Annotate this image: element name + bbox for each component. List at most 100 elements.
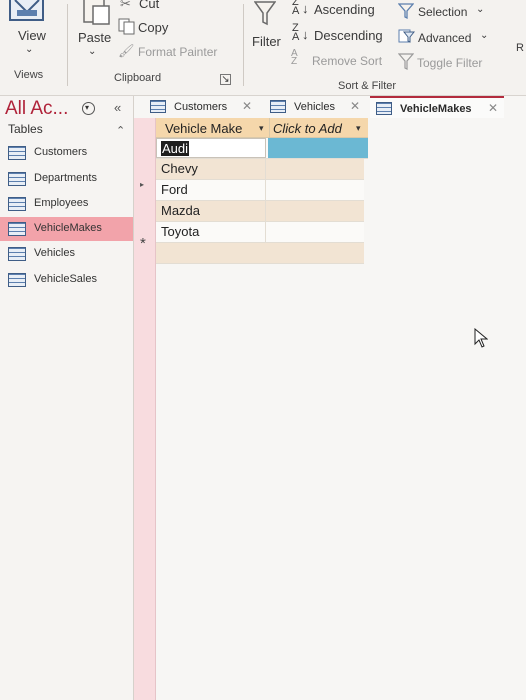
tab-vehiclemakes[interactable]: VehicleMakes ✕ <box>370 96 504 118</box>
chevron-down-icon: ▾ <box>85 103 90 112</box>
ascending-label: Ascending <box>314 2 375 17</box>
dropdown-arrow-icon[interactable]: ▾ <box>356 123 361 134</box>
nav-item-employees[interactable]: Employees <box>0 192 133 216</box>
table-row[interactable]: Chevy <box>156 159 364 180</box>
sort-ascending-icon: ZA <box>292 0 300 17</box>
table-icon <box>8 172 26 186</box>
nav-pane-title[interactable]: All Ac... <box>5 98 68 120</box>
table-icon <box>8 222 26 236</box>
tab-vehicles[interactable]: Vehicles ✕ <box>266 96 366 118</box>
clipboard-group-label: Clipboard <box>114 72 162 84</box>
cell-value: Mazda <box>161 203 201 218</box>
cell-value: Audi <box>161 141 190 156</box>
view-icon <box>9 0 44 21</box>
chevron-down-icon: ⌄ <box>480 30 489 41</box>
new-record-row[interactable] <box>156 243 364 264</box>
nav-item-vehiclemakes[interactable]: VehicleMakes <box>0 217 133 241</box>
table-icon <box>270 100 286 113</box>
sort-descending-icon: ZA <box>292 22 300 43</box>
table-icon <box>8 146 26 160</box>
table-icon <box>8 273 26 287</box>
scissors-icon: ✂ <box>120 0 131 11</box>
cut-label: Cut <box>139 0 160 11</box>
table-row[interactable]: Ford <box>156 180 364 201</box>
table-row[interactable]: Mazda <box>156 201 364 222</box>
tab-label: Customers <box>174 101 228 113</box>
paste-icon <box>83 0 110 25</box>
cell-value: Toyota <box>161 224 200 239</box>
navigation-pane: All Ac... ▾ « Tables ⌃ Customers Departm… <box>0 96 134 700</box>
column-header-click-to-add[interactable]: Click to Add ▾ <box>270 118 368 138</box>
collapse-pane-button[interactable]: « <box>114 100 121 115</box>
advanced-label: Advanced <box>418 31 472 45</box>
column-header-vehicle-make[interactable]: Vehicle Make ▾ <box>156 118 270 138</box>
divider <box>67 4 68 86</box>
column-header-label: Vehicle Make <box>165 121 243 136</box>
descending-label: Descending <box>314 28 383 43</box>
copy-label: Copy <box>138 20 169 35</box>
nav-item-label: Employees <box>34 197 89 209</box>
chevron-down-icon: ⌄ <box>88 46 97 57</box>
views-group-label: Views <box>14 69 44 81</box>
close-icon[interactable]: ✕ <box>488 101 498 115</box>
nav-item-label: VehicleMakes <box>34 222 102 234</box>
mouse-cursor-icon <box>474 328 488 348</box>
paintbrush-icon: 🖌 <box>118 43 135 58</box>
remove-sort-icon: AZ <box>291 48 298 67</box>
toggle-filter-label: Toggle Filter <box>417 56 483 70</box>
close-icon[interactable]: ✕ <box>350 99 360 113</box>
cell-vehicle-make[interactable]: Toyota <box>156 222 266 242</box>
dropdown-arrow-icon[interactable]: ▾ <box>259 123 264 134</box>
chevron-down-icon: ⌄ <box>476 4 485 15</box>
table-icon <box>376 102 392 115</box>
funnel-icon <box>254 1 276 26</box>
table-row[interactable]: Toyota <box>156 222 364 243</box>
nav-item-departments[interactable]: Departments <box>0 167 133 191</box>
cell-vehicle-make[interactable]: Ford <box>156 180 266 200</box>
cell-vehicle-make[interactable]: Mazda <box>156 201 266 221</box>
selection-filter-icon <box>398 3 414 20</box>
table-icon <box>150 100 166 113</box>
record-selector-column[interactable] <box>134 118 156 700</box>
copy-icon <box>118 18 135 35</box>
divider <box>243 4 244 86</box>
chevron-down-icon: ⌄ <box>25 44 34 55</box>
chevron-up-icon[interactable]: ⌃ <box>116 124 125 137</box>
cell-value: Ford <box>161 182 188 197</box>
document-area: Customers ✕ Vehicles ✕ VehicleMakes ✕ Ve… <box>134 96 526 700</box>
cell-click-to-add[interactable] <box>268 138 368 158</box>
view-label: View <box>18 28 46 43</box>
next-group-partial-label: R <box>516 42 524 54</box>
cell-vehicle-make[interactable]: Chevy <box>156 159 266 179</box>
funnel-icon <box>398 53 414 70</box>
cell-value: Chevy <box>161 161 198 176</box>
close-icon[interactable]: ✕ <box>242 99 252 113</box>
format-painter-label: Format Painter <box>138 45 218 59</box>
cell-vehicle-make[interactable]: Audi <box>156 138 266 158</box>
nav-item-vehiclesales[interactable]: VehicleSales <box>0 268 133 292</box>
nav-item-customers[interactable]: Customers <box>0 141 133 165</box>
tab-label: VehicleMakes <box>400 103 472 115</box>
nav-item-label: VehicleSales <box>34 273 97 285</box>
arrow-down-icon: ↓ <box>302 1 309 16</box>
table-icon <box>8 197 26 211</box>
nav-item-label: Customers <box>34 146 88 158</box>
dropdown-circle-icon[interactable]: ▾ <box>82 102 95 115</box>
tab-label: Vehicles <box>294 101 335 113</box>
ribbon: View ⌄ Views Paste ⌄ ✂ Cut Copy 🖌 Format… <box>0 0 526 96</box>
sort-filter-group-label: Sort & Filter <box>338 80 397 92</box>
table-row[interactable]: Audi <box>156 138 368 159</box>
advanced-filter-icon <box>398 29 415 43</box>
selection-label: Selection <box>418 5 468 19</box>
new-record-indicator: * <box>140 235 146 252</box>
filter-label: Filter <box>252 34 281 49</box>
current-record-indicator: ▸ <box>140 180 145 189</box>
arrow-down-icon: ↓ <box>302 27 309 42</box>
nav-item-label: Vehicles <box>34 247 75 259</box>
tab-customers[interactable]: Customers ✕ <box>146 96 258 118</box>
nav-item-vehicles[interactable]: Vehicles <box>0 242 133 266</box>
nav-item-label: Departments <box>34 172 97 184</box>
tables-section-header[interactable]: Tables <box>8 122 43 136</box>
table-icon <box>8 247 26 261</box>
dialog-launcher-icon[interactable]: ↘ <box>220 74 231 85</box>
